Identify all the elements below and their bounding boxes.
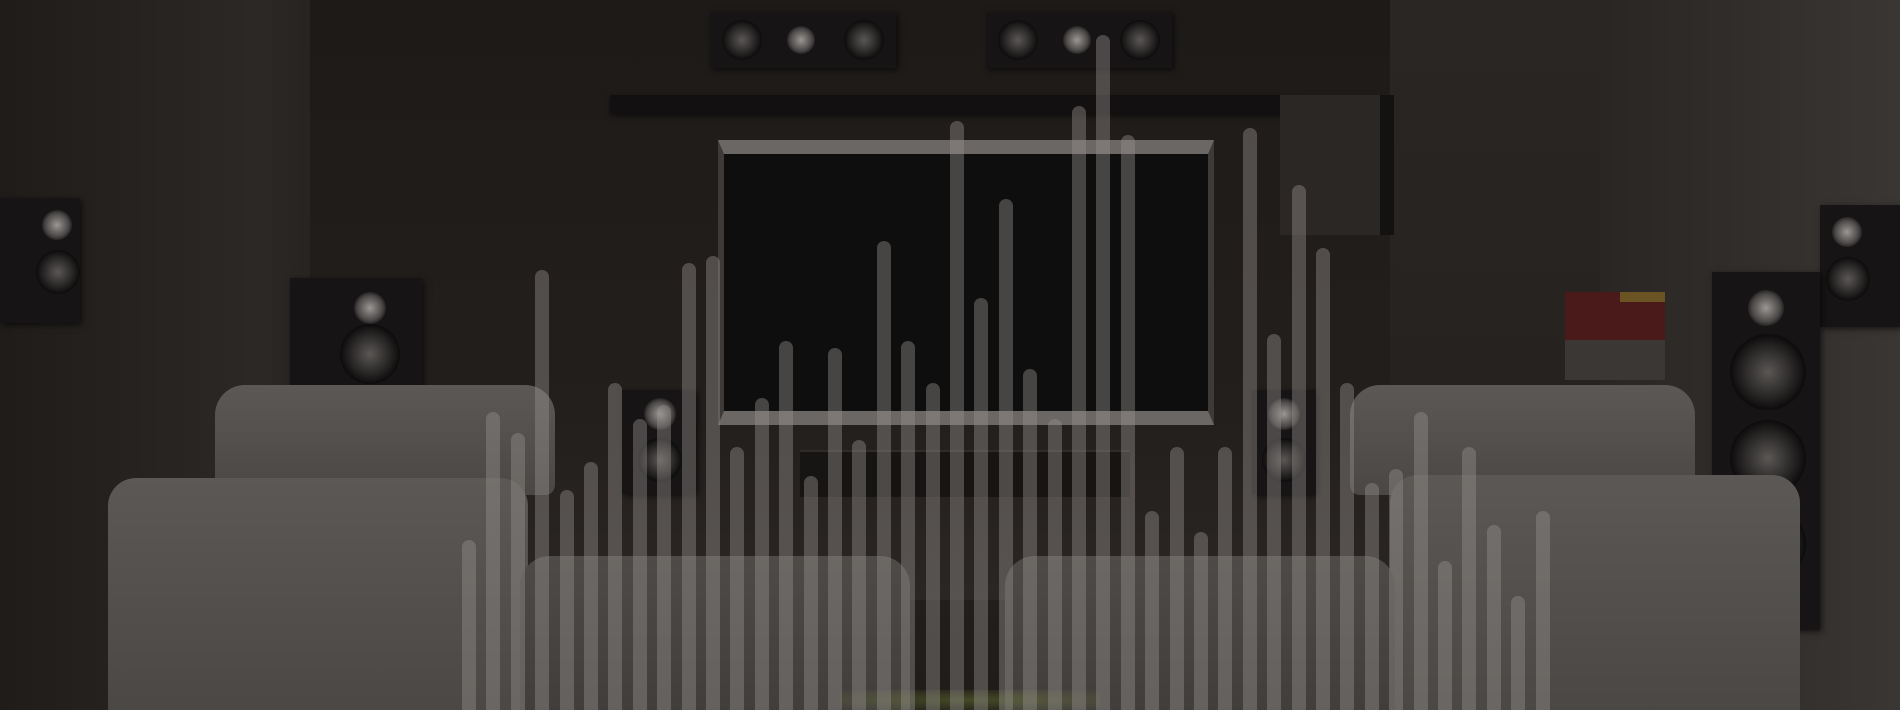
ceiling-soffit-return (1280, 95, 1394, 235)
shelf-box-grey (1565, 340, 1665, 380)
ceiling-speaker-left (710, 12, 896, 68)
ceiling-speaker-right (986, 12, 1172, 68)
shelf-box-gold (1620, 292, 1665, 302)
hero-banner (0, 0, 1900, 710)
sofa-right-seat (1005, 556, 1395, 710)
center-speaker-right (1252, 390, 1316, 494)
center-speaker-left (622, 390, 696, 494)
wall-speaker-left (0, 198, 80, 323)
wall-speaker-right (1820, 205, 1900, 327)
av-receiver-stand (800, 450, 1130, 497)
sofa-left-seat (520, 556, 910, 710)
sofa-left (108, 478, 528, 710)
bookshelf-speaker-left (290, 278, 422, 388)
television-screen (718, 140, 1214, 425)
floor-light (840, 690, 1100, 710)
sofa-right (1390, 475, 1800, 710)
ceiling-soffit (610, 95, 1300, 113)
